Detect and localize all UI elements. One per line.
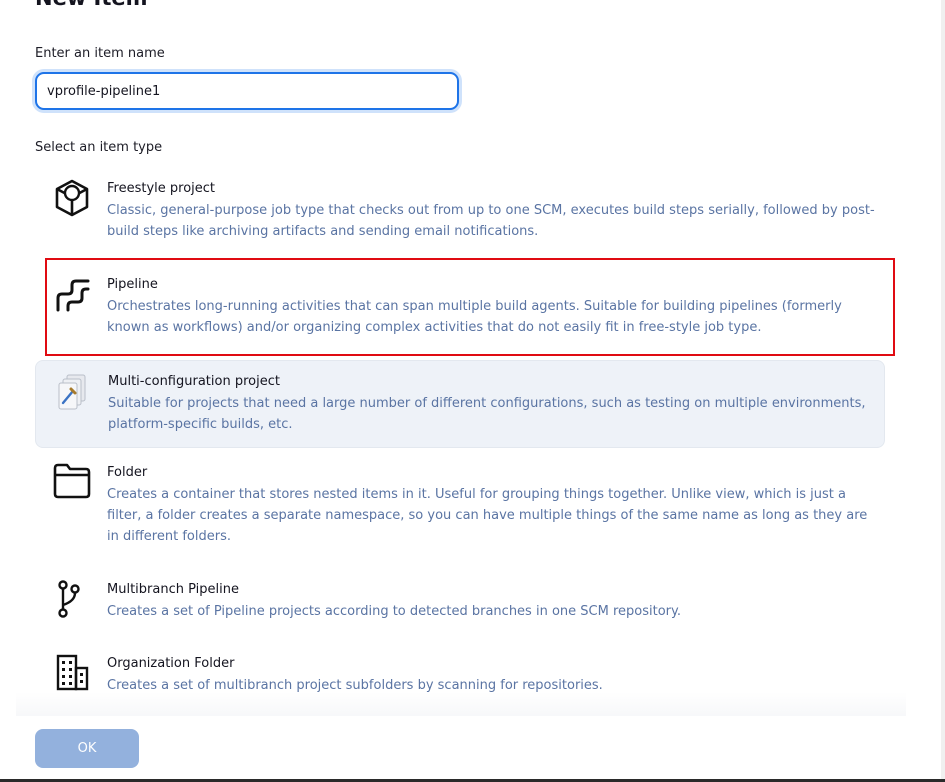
footer-bar <box>16 712 906 782</box>
ok-button[interactable]: OK <box>35 729 139 768</box>
folder-icon <box>53 463 91 499</box>
item-type-freestyle[interactable]: Freestyle project Classic, general-purpo… <box>35 172 885 246</box>
cube-icon <box>55 179 89 217</box>
item-name-input[interactable] <box>35 72 459 110</box>
item-type-organization-folder[interactable]: Organization Folder Creates a set of mul… <box>35 648 885 698</box>
item-type-folder[interactable]: Folder Creates a container that stores n… <box>35 456 885 552</box>
item-name-label: Enter an item name <box>35 46 165 61</box>
scrollbar-track <box>941 0 945 782</box>
item-title: Folder <box>107 465 148 480</box>
page-title: New Item <box>35 0 148 10</box>
item-title: Multibranch Pipeline <box>107 582 239 597</box>
item-title: Freestyle project <box>107 181 216 196</box>
item-description: Creates a container that stores nested i… <box>107 487 868 544</box>
item-type-label: Select an item type <box>35 140 163 155</box>
item-type-multi-configuration[interactable]: Multi-configuration project Suitable for… <box>35 360 885 448</box>
building-icon <box>56 654 89 691</box>
selection-highlight <box>45 258 895 356</box>
branch-icon <box>58 580 80 618</box>
item-title: Multi-configuration project <box>108 374 280 389</box>
item-description: Suitable for projects that need a large … <box>108 396 866 432</box>
item-description: Creates a set of Pipeline projects accor… <box>107 604 681 619</box>
multi-config-icon <box>58 374 86 410</box>
item-description: Classic, general-purpose job type that c… <box>107 203 875 239</box>
item-type-multibranch-pipeline[interactable]: Multibranch Pipeline Creates a set of Pi… <box>35 573 885 629</box>
item-title: Organization Folder <box>107 656 235 671</box>
